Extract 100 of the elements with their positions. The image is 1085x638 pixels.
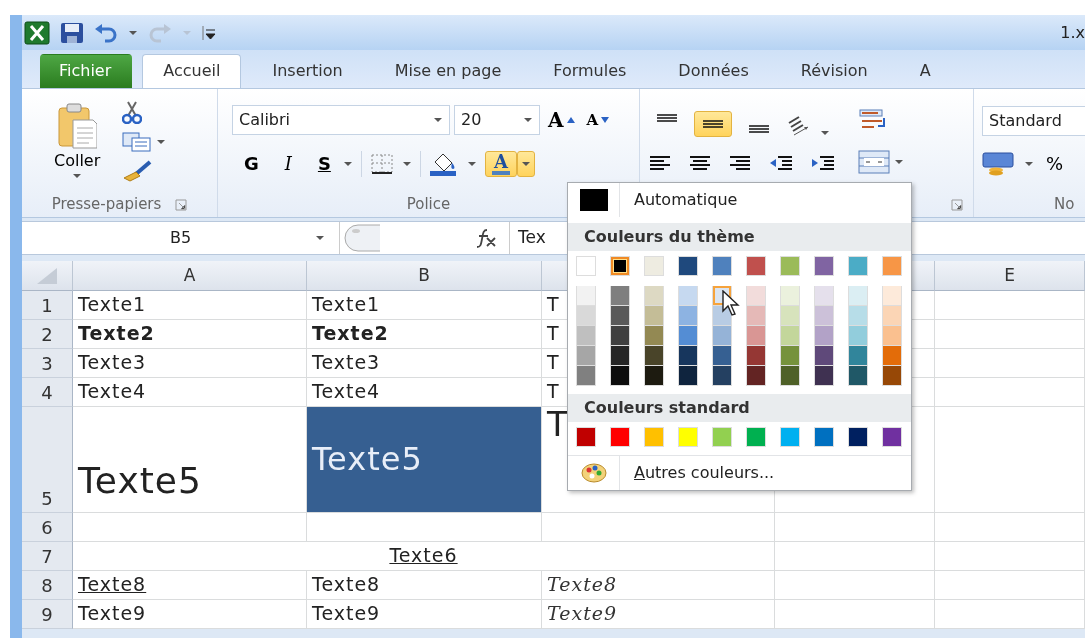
color-swatch[interactable] [814, 346, 834, 366]
color-swatch[interactable] [712, 366, 732, 386]
color-swatch[interactable] [746, 326, 766, 346]
paste-button[interactable]: Coller [50, 100, 105, 182]
color-swatch[interactable] [678, 256, 698, 276]
row-header[interactable]: 3 [22, 349, 73, 378]
name-box[interactable]: B5 [22, 222, 340, 254]
color-swatch[interactable] [848, 366, 868, 386]
caret-icon[interactable] [894, 158, 904, 166]
color-swatch[interactable] [746, 256, 766, 276]
color-swatch[interactable] [746, 427, 766, 447]
row-header[interactable]: 1 [22, 291, 73, 320]
color-swatch[interactable] [814, 366, 834, 386]
color-swatch[interactable] [814, 256, 834, 276]
color-swatch[interactable] [882, 326, 902, 346]
scissors-icon[interactable] [122, 100, 143, 124]
color-swatch[interactable] [882, 286, 902, 306]
row-header[interactable]: 7 [22, 542, 73, 571]
ribbon-tab[interactable]: Formules [532, 53, 648, 88]
color-swatch[interactable] [780, 366, 800, 386]
color-swatch[interactable] [746, 346, 766, 366]
color-swatch[interactable] [576, 326, 596, 346]
shrink-font-button[interactable]: A [582, 110, 614, 130]
color-swatch[interactable] [712, 256, 732, 276]
caret-icon[interactable] [466, 160, 477, 168]
color-swatch[interactable] [678, 427, 698, 447]
bold-button[interactable]: G [240, 153, 263, 175]
color-swatch[interactable] [610, 427, 630, 447]
ribbon-tab[interactable]: A [898, 53, 952, 88]
color-swatch[interactable] [780, 427, 800, 447]
caret-icon[interactable] [820, 128, 830, 137]
color-swatch[interactable] [882, 366, 902, 386]
color-swatch[interactable] [882, 427, 902, 447]
color-swatch[interactable] [644, 366, 664, 386]
caret-icon[interactable] [315, 234, 325, 242]
more-colors-option[interactable]: Autres couleurs... [634, 461, 775, 485]
color-swatch[interactable] [814, 306, 834, 326]
color-swatch[interactable] [610, 306, 630, 326]
color-swatch[interactable] [678, 346, 698, 366]
color-swatch[interactable] [610, 326, 630, 346]
ribbon-tab[interactable]: Fichier [40, 53, 133, 88]
dialog-launcher-icon[interactable] [175, 198, 188, 211]
caret-icon[interactable] [523, 116, 533, 124]
color-swatch[interactable] [882, 256, 902, 276]
ribbon-tab[interactable]: Insertion [251, 53, 364, 88]
row-header[interactable]: 2 [22, 320, 73, 349]
color-swatch[interactable] [746, 306, 766, 326]
dropdown-button[interactable] [516, 151, 535, 177]
color-swatch[interactable] [610, 286, 630, 306]
color-swatch[interactable] [644, 306, 664, 326]
color-swatch[interactable] [712, 326, 732, 346]
font-color-button[interactable]: A [484, 151, 517, 177]
automatic-option[interactable]: Automatique [634, 188, 738, 212]
color-swatch[interactable] [576, 427, 596, 447]
color-swatch[interactable] [746, 286, 766, 306]
row-header[interactable]: 4 [22, 378, 73, 407]
caret-icon[interactable] [342, 160, 353, 168]
color-swatch[interactable] [780, 306, 800, 326]
color-swatch[interactable] [814, 326, 834, 346]
save-icon[interactable] [60, 21, 84, 44]
color-swatch[interactable] [712, 346, 732, 366]
color-swatch[interactable] [678, 306, 698, 326]
color-swatch[interactable] [579, 189, 608, 211]
color-swatch[interactable] [678, 286, 698, 306]
column-header[interactable]: B [307, 261, 542, 291]
color-swatch[interactable] [644, 427, 664, 447]
color-swatch[interactable] [848, 306, 868, 326]
column-header[interactable]: E [935, 261, 1085, 291]
color-swatch[interactable] [780, 256, 800, 276]
color-swatch[interactable] [746, 366, 766, 386]
color-swatch[interactable] [882, 346, 902, 366]
ribbon-tab[interactable]: Mise en page [373, 53, 523, 88]
caret-icon[interactable] [401, 160, 412, 168]
ribbon-tab[interactable]: Révision [779, 53, 889, 88]
color-swatch[interactable] [882, 306, 902, 326]
color-swatch[interactable] [814, 427, 834, 447]
color-swatch[interactable] [644, 326, 664, 346]
borders-icon[interactable] [369, 153, 394, 175]
currency-icon[interactable] [982, 152, 1016, 176]
row-header[interactable]: 6 [22, 513, 73, 542]
color-swatch[interactable] [848, 286, 868, 306]
ribbon-tab[interactable]: Données [657, 53, 770, 88]
color-swatch[interactable] [848, 326, 868, 346]
align-middle-button[interactable] [694, 110, 732, 137]
color-swatch[interactable] [814, 286, 834, 306]
merge-cells-icon[interactable] [858, 150, 890, 174]
number-format-field[interactable]: Standard [982, 106, 1085, 136]
fill-bucket-icon[interactable] [428, 152, 459, 176]
color-swatch[interactable] [576, 286, 596, 306]
color-swatch[interactable] [848, 346, 868, 366]
font-size-field[interactable]: 20 [454, 105, 540, 135]
color-swatch[interactable] [644, 346, 664, 366]
dialog-launcher-icon[interactable] [950, 198, 963, 211]
percent-button[interactable]: % [1042, 153, 1068, 175]
color-swatch[interactable] [780, 326, 800, 346]
row-header[interactable]: 5 [22, 407, 73, 513]
ribbon-tab[interactable]: Accueil [142, 53, 242, 88]
color-swatch[interactable] [644, 286, 664, 306]
color-swatch[interactable] [576, 366, 596, 386]
customize-toolbar-icon[interactable] [202, 24, 216, 41]
